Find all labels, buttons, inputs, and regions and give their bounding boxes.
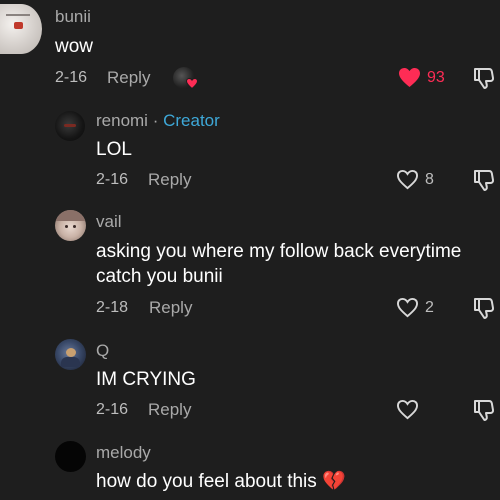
like-button[interactable]: 2 <box>396 297 434 318</box>
comment-vail: vail asking you where my follow back eve… <box>0 200 500 330</box>
comment-text: IM CRYING <box>96 369 196 390</box>
creator-liked-heart-icon <box>186 78 198 89</box>
comment-username[interactable]: Q <box>96 341 109 361</box>
comment-date: 2-16 <box>96 171 129 188</box>
comment-text: LOL <box>96 139 132 160</box>
reply-button[interactable]: Reply <box>148 170 191 190</box>
creator-badge: Creator <box>163 111 220 130</box>
like-button[interactable]: 93 <box>398 67 445 88</box>
heart-filled-icon <box>399 67 420 88</box>
creator-separator: · <box>152 111 159 130</box>
comment-date: 2-18 <box>96 299 129 316</box>
dislike-icon[interactable] <box>472 168 496 192</box>
like-count: 2 <box>425 298 434 316</box>
dislike-icon[interactable] <box>472 296 496 320</box>
avatar[interactable] <box>0 4 42 54</box>
comment-bunii: bunii wow 2-16 Reply 93 <box>0 0 500 100</box>
heart-icon <box>396 297 419 318</box>
heart-icon <box>396 399 419 420</box>
comment-text-line2: catch you bunii <box>96 266 223 287</box>
like-count: 93 <box>427 68 445 86</box>
like-button[interactable] <box>396 399 425 420</box>
like-count: 8 <box>425 170 434 188</box>
comment-username[interactable]: vail <box>96 212 122 232</box>
avatar[interactable] <box>55 210 86 241</box>
dislike-icon[interactable] <box>472 66 496 90</box>
comment-text: how do you feel about this 💔 <box>96 471 346 492</box>
dislike-icon[interactable] <box>472 398 496 422</box>
comment-username: renomi · Creator <box>96 111 220 131</box>
comment-renomi: renomi · Creator LOL 2-16 Reply 8 <box>0 100 500 200</box>
reply-button[interactable]: Reply <box>107 68 150 88</box>
reply-button[interactable]: Reply <box>148 400 191 420</box>
comment-date: 2-16 <box>96 401 129 418</box>
avatar[interactable] <box>55 339 86 370</box>
comment-q: Q IM CRYING 2-16 Reply <box>0 330 500 430</box>
username-text[interactable]: renomi <box>96 111 148 130</box>
comment-melody: melody how do you feel about this 💔 <box>0 430 500 500</box>
comment-text: wow <box>55 36 94 57</box>
reply-button[interactable]: Reply <box>149 298 192 318</box>
like-button[interactable]: 8 <box>396 169 434 190</box>
avatar[interactable] <box>55 111 85 141</box>
avatar[interactable] <box>55 441 86 472</box>
comment-date: 2-16 <box>55 69 88 86</box>
heart-icon <box>396 169 419 190</box>
comment-username[interactable]: bunii <box>55 7 91 27</box>
comment-username[interactable]: melody <box>96 443 151 463</box>
